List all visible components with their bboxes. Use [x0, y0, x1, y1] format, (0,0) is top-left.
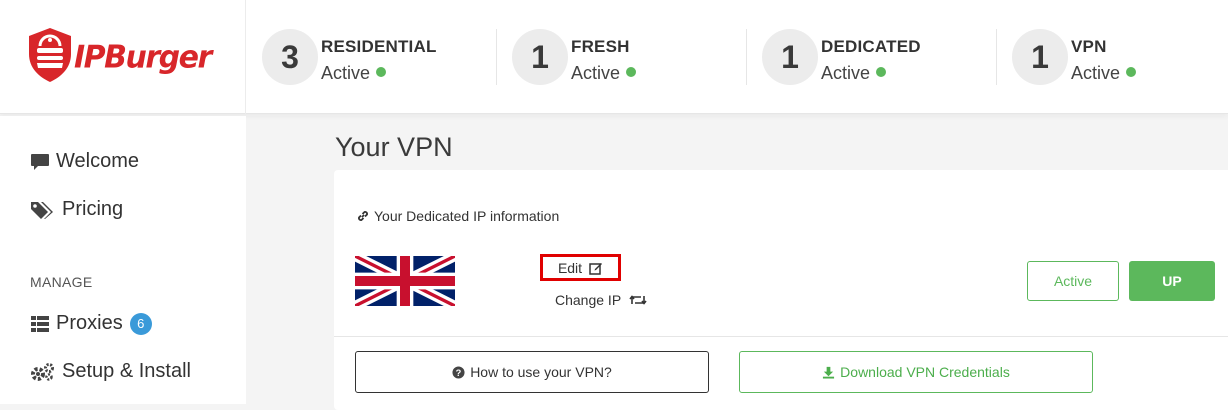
status-dot — [1126, 67, 1137, 77]
question-circle-icon: ? — [452, 365, 465, 379]
stat-state: Active — [321, 63, 387, 84]
tags-icon — [31, 201, 53, 219]
download-icon — [823, 366, 835, 379]
how-to-use-vpn-button[interactable]: ? How to use your VPN? — [355, 351, 709, 393]
divider — [746, 29, 747, 85]
sidebar-item-pricing[interactable]: Pricing — [30, 198, 123, 221]
vpn-card: Your Dedicated IP information Edit Chang… — [334, 170, 1228, 410]
change-ip-label: Change IP — [555, 292, 622, 308]
sidebar-item-label: Setup & Install — [62, 360, 191, 382]
sidebar-item-label: Welcome — [56, 150, 139, 172]
stat-vpn: 1 VPN Active — [1012, 29, 1212, 85]
stat-count: 3 — [262, 29, 318, 85]
section-heading-manage: MANAGE — [30, 274, 93, 290]
sidebar-item-label: Pricing — [62, 198, 124, 220]
status-dot — [626, 67, 637, 77]
comment-icon — [31, 153, 49, 170]
change-ip-link[interactable]: Change IP — [555, 292, 647, 308]
logo-text: IPBurger — [74, 39, 212, 76]
sidebar-item-setup-install[interactable]: Setup & Install — [30, 360, 191, 383]
stat-state-text: Active — [571, 63, 621, 83]
download-vpn-credentials-button[interactable]: Download VPN Credentials — [739, 351, 1093, 393]
status-active-button[interactable]: Active — [1027, 261, 1119, 301]
edit-label: Edit — [557, 259, 583, 276]
status-dot — [376, 67, 387, 77]
stat-fresh: 1 FRESH Active — [512, 29, 762, 85]
edit-icon — [589, 262, 603, 275]
united-kingdom-flag — [355, 256, 455, 306]
stat-residential: 3 RESIDENTIAL Active — [262, 29, 512, 85]
stat-state: Active — [821, 63, 887, 84]
divider — [496, 29, 497, 85]
stat-count: 1 — [1012, 29, 1068, 85]
stat-state-text: Active — [321, 63, 371, 83]
stat-label: DEDICATED — [821, 37, 921, 56]
sidebar-item-label: Proxies — [56, 312, 123, 334]
stat-state: Active — [1071, 63, 1137, 84]
svg-text:?: ? — [456, 367, 462, 377]
sidebar: Welcome Pricing MANAGE Proxies 6 Setup &… — [0, 116, 246, 404]
count-badge: 6 — [129, 312, 152, 335]
how-to-label: How to use your VPN? — [470, 364, 612, 380]
stat-state-text: Active — [821, 63, 871, 83]
stat-dedicated: 1 DEDICATED Active — [762, 29, 1012, 85]
status-dot — [876, 67, 887, 77]
stat-count: 1 — [512, 29, 568, 85]
sidebar-item-welcome[interactable]: Welcome — [30, 150, 139, 173]
gears-icon — [31, 362, 54, 381]
info-title: Your Dedicated IP information — [356, 208, 559, 224]
table-icon — [31, 315, 49, 332]
edit-button[interactable]: Edit — [540, 254, 621, 281]
stat-state: Active — [571, 63, 637, 84]
up-button[interactable]: UP — [1129, 261, 1215, 301]
page-title: Your VPN — [335, 132, 453, 162]
info-title-text: Your Dedicated IP information — [374, 208, 560, 224]
link-icon — [358, 211, 368, 221]
logo[interactable]: IPBurger — [0, 0, 246, 114]
stat-label: VPN — [1071, 37, 1107, 56]
stat-count: 1 — [762, 29, 818, 85]
shield-lock-icon — [29, 28, 71, 82]
stat-label: RESIDENTIAL — [321, 37, 437, 56]
stat-state-text: Active — [1071, 63, 1121, 83]
sidebar-item-proxies[interactable]: Proxies 6 — [30, 312, 152, 335]
download-label: Download VPN Credentials — [840, 364, 1010, 380]
stat-label: FRESH — [571, 37, 630, 56]
divider — [334, 336, 1228, 337]
top-header: IPBurger 3 RESIDENTIAL Active 1 FRESH Ac… — [0, 0, 1228, 114]
retweet-icon — [629, 295, 647, 305]
divider — [996, 29, 997, 85]
